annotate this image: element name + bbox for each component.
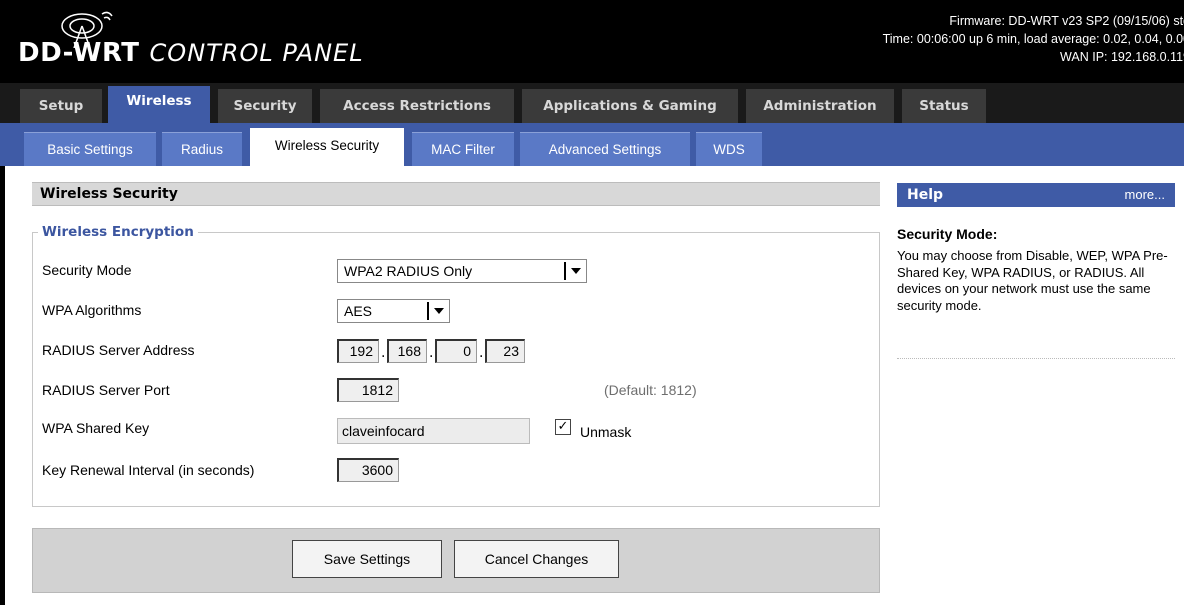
header-bar: DD-WRT CONTROL PANEL Firmware: DD-WRT v23… bbox=[0, 0, 1184, 83]
help-header: Help more... bbox=[897, 183, 1175, 207]
radius-port-label: RADIUS Server Port bbox=[42, 382, 170, 398]
ip-separator: . bbox=[429, 345, 434, 361]
unmask-checkbox[interactable]: ✓ bbox=[555, 419, 571, 435]
help-more-link[interactable]: more... bbox=[1125, 183, 1165, 207]
subtab-wds[interactable]: WDS bbox=[696, 132, 762, 166]
shared-key-input[interactable]: claveinfocard bbox=[337, 418, 530, 444]
tab-status[interactable]: Status bbox=[902, 89, 986, 123]
chevron-down-icon bbox=[564, 262, 584, 280]
logo-subtitle: CONTROL PANEL bbox=[149, 39, 364, 67]
help-topic-text: You may choose from Disable, WEP, WPA Pr… bbox=[897, 248, 1168, 313]
logo-main: DD-WRT bbox=[18, 38, 140, 68]
help-divider bbox=[897, 358, 1175, 359]
key-renewal-input[interactable]: 3600 bbox=[337, 458, 399, 482]
tab-administration[interactable]: Administration bbox=[746, 89, 894, 123]
status-info: Firmware: DD-WRT v23 SP2 (09/15/06) std … bbox=[770, 12, 1184, 66]
tab-wireless[interactable]: Wireless bbox=[108, 86, 210, 123]
radius-ip-octet-3[interactable]: 0 bbox=[435, 339, 477, 363]
subtab-mac-filter[interactable]: MAC Filter bbox=[412, 132, 514, 166]
unmask-label: Unmask bbox=[580, 424, 632, 440]
key-renewal-label: Key Renewal Interval (in seconds) bbox=[42, 462, 255, 478]
radius-ip-octet-2[interactable]: 168 bbox=[387, 339, 427, 363]
radius-address-label: RADIUS Server Address bbox=[42, 342, 195, 358]
ip-separator: . bbox=[381, 345, 386, 361]
section-title: Wireless Security bbox=[32, 182, 880, 206]
security-mode-label: Security Mode bbox=[42, 262, 132, 278]
tab-applications-gaming[interactable]: Applications & Gaming bbox=[522, 89, 738, 123]
subtab-basic-settings[interactable]: Basic Settings bbox=[24, 132, 156, 166]
radius-ip-octet-4[interactable]: 23 bbox=[485, 339, 525, 363]
save-settings-button[interactable]: Save Settings bbox=[292, 540, 442, 578]
firmware-text: Firmware: DD-WRT v23 SP2 (09/15/06) std bbox=[949, 14, 1184, 28]
radius-port-input[interactable]: 1812 bbox=[337, 378, 399, 402]
chevron-down-icon bbox=[427, 302, 447, 320]
cancel-changes-button[interactable]: Cancel Changes bbox=[454, 540, 619, 578]
shared-key-label: WPA Shared Key bbox=[42, 420, 150, 436]
wpa-algorithms-label: WPA Algorithms bbox=[42, 302, 142, 318]
subtab-advanced-settings[interactable]: Advanced Settings bbox=[520, 132, 690, 166]
help-title: Help bbox=[907, 187, 944, 203]
left-border bbox=[0, 166, 5, 605]
tab-security[interactable]: Security bbox=[218, 89, 312, 123]
radius-ip-octet-1[interactable]: 192 bbox=[337, 339, 379, 363]
security-mode-value: WPA2 RADIUS Only bbox=[344, 263, 473, 279]
subtab-wireless-security[interactable]: Wireless Security bbox=[250, 128, 404, 166]
security-mode-select[interactable]: WPA2 RADIUS Only bbox=[337, 259, 587, 283]
ip-separator: . bbox=[479, 345, 484, 361]
tab-access-restrictions[interactable]: Access Restrictions bbox=[320, 89, 514, 123]
main-tabs: Setup Wireless Security Access Restricti… bbox=[0, 83, 1184, 123]
uptime-text: Time: 00:06:00 up 6 min, load average: 0… bbox=[882, 32, 1184, 46]
wpa-algorithms-select[interactable]: AES bbox=[337, 299, 450, 323]
subtab-radius[interactable]: Radius bbox=[162, 132, 242, 166]
radius-port-default: (Default: 1812) bbox=[604, 382, 697, 398]
sub-tabs: Basic Settings Radius Wireless Security … bbox=[0, 123, 1184, 166]
tab-setup[interactable]: Setup bbox=[20, 89, 102, 123]
wan-ip-text: WAN IP: 192.168.0.119 bbox=[1060, 50, 1184, 64]
help-topic-title: Security Mode: bbox=[897, 226, 998, 242]
wpa-algorithms-value: AES bbox=[344, 303, 373, 319]
fieldset-legend: Wireless Encryption bbox=[38, 224, 198, 240]
app-logo: DD-WRT CONTROL PANEL bbox=[18, 38, 364, 68]
